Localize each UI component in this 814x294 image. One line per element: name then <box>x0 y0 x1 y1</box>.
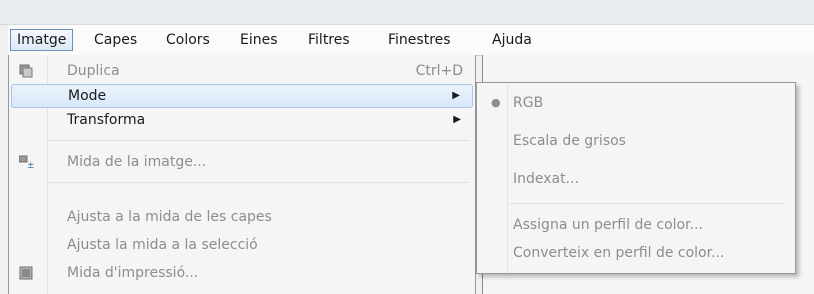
menu-item-label: Duplica <box>67 63 120 79</box>
menu-ajuda[interactable]: Ajuda <box>486 29 538 51</box>
duplicate-icon <box>19 64 33 78</box>
menu-colors[interactable]: Colors <box>160 29 216 51</box>
menu-item-transforma[interactable]: Transforma ▶ <box>9 108 475 132</box>
submenu-item-label: Assigna un perfil de color... <box>513 217 703 233</box>
menu-eines[interactable]: Eines <box>234 29 284 51</box>
menu-separator <box>49 140 469 141</box>
radio-bullet-icon: ● <box>491 96 501 109</box>
menu-item-label: Mida de la imatge... <box>67 154 207 170</box>
menu-item-label: Ajusta a la mida de les capes <box>67 209 272 225</box>
mode-submenu: ● RGB Escala de grisos Indexat... Assign… <box>476 82 796 274</box>
submenu-item-indexat: Indexat... <box>477 167 795 191</box>
submenu-item-assigna-perfil: Assigna un perfil de color... <box>477 213 795 237</box>
submenu-arrow-icon: ▶ <box>453 114 461 125</box>
menu-separator <box>49 182 469 183</box>
menu-item-label: Ajusta la mida a la selecció <box>67 237 258 253</box>
menu-capes[interactable]: Capes <box>88 29 143 51</box>
shortcut-label: Ctrl+D <box>415 63 463 79</box>
submenu-item-label: Converteix en perfil de color... <box>513 245 725 261</box>
menu-filtres[interactable]: Filtres <box>302 29 356 51</box>
window-top-strip <box>0 0 814 25</box>
submenu-item-rgb: ● RGB <box>477 91 795 115</box>
menu-item-duplica: Duplica Ctrl+D <box>9 59 475 83</box>
print-size-icon <box>19 266 33 280</box>
menu-item-mode[interactable]: Mode ▶ <box>11 84 473 108</box>
menu-item-ajusta-seleccio: Ajusta la mida a la selecció <box>9 233 475 257</box>
menu-item-label: Mode <box>68 88 107 104</box>
menu-item-label: Mida d'impressió... <box>67 265 199 281</box>
menu-item-ajusta-capes: Ajusta a la mida de les capes <box>9 205 475 229</box>
submenu-item-label: RGB <box>513 95 544 111</box>
image-menu-dropdown: Duplica Ctrl+D Mode ▶ Transforma ▶ ± Mid… <box>8 55 476 294</box>
svg-text:±: ± <box>27 161 35 169</box>
submenu-item-converteix-perfil: Converteix en perfil de color... <box>477 241 795 265</box>
menu-bar: Imatge Capes Colors Eines Filtres Finest… <box>8 24 814 56</box>
image-size-icon: ± <box>18 155 35 171</box>
menu-item-mida-imatge: ± Mida de la imatge... <box>9 150 475 174</box>
submenu-separator <box>509 203 785 204</box>
submenu-item-label: Indexat... <box>513 171 579 187</box>
submenu-item-escala-grisos: Escala de grisos <box>477 129 795 153</box>
submenu-item-label: Escala de grisos <box>513 133 626 149</box>
menu-imatge[interactable]: Imatge <box>10 29 74 51</box>
menu-item-label: Transforma <box>67 112 146 128</box>
menu-finestres[interactable]: Finestres <box>382 29 457 51</box>
submenu-arrow-icon: ▶ <box>452 90 460 101</box>
menu-item-mida-impressio: Mida d'impressió... <box>9 261 475 285</box>
